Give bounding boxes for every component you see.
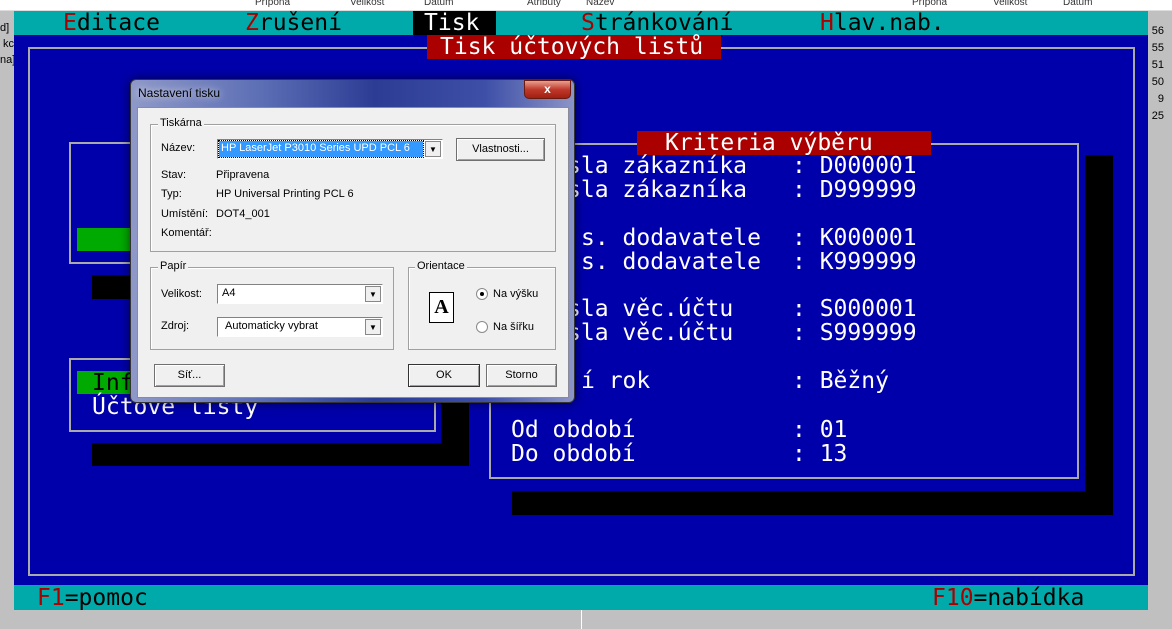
status-value: Připravena bbox=[216, 169, 270, 181]
cancel-button[interactable]: Storno bbox=[486, 364, 557, 387]
help-hint[interactable]: F1=pomoc bbox=[37, 586, 148, 610]
criteria-label: sla zákazníka bbox=[567, 153, 748, 179]
portrait-page-icon: A bbox=[429, 292, 454, 323]
name-label: Název: bbox=[161, 142, 196, 154]
ok-button[interactable]: OK bbox=[408, 364, 480, 387]
edge-text: 56 bbox=[1151, 25, 1164, 37]
portrait-radio[interactable] bbox=[476, 288, 488, 300]
dialog-client: Tiskárna Název: HP LaserJet P3010 Series… bbox=[137, 107, 569, 398]
column-header: Přípona bbox=[912, 0, 948, 8]
printer-group: Tiskárna Název: HP LaserJet P3010 Series… bbox=[150, 117, 556, 252]
edge-text: kc bbox=[3, 38, 14, 50]
edge-text: na] bbox=[0, 54, 14, 66]
criteria-label: Do období bbox=[511, 441, 636, 467]
orientation-group-label: Orientace bbox=[415, 260, 467, 272]
paper-source-value: Automaticky vybrat bbox=[225, 320, 318, 332]
menu-item-editace[interactable]: Editace bbox=[63, 11, 160, 35]
column-header: Atributy bbox=[527, 0, 561, 8]
column-header: Datum bbox=[424, 0, 454, 8]
network-button[interactable]: Síť... bbox=[154, 364, 225, 387]
landscape-label[interactable]: Na šířku bbox=[493, 321, 534, 333]
panel-shadow bbox=[1085, 155, 1113, 515]
orientation-group: Orientace A Na výšku Na šířku bbox=[408, 260, 556, 350]
criteria-label: s. dodavatele bbox=[581, 249, 762, 275]
criteria-value[interactable]: : S999999 bbox=[792, 321, 917, 345]
criteria-label: Od období bbox=[511, 417, 636, 443]
criteria-value[interactable]: : K999999 bbox=[792, 250, 917, 274]
paper-group-label: Papír bbox=[158, 260, 189, 272]
edge-text: 25 bbox=[1151, 110, 1164, 122]
column-header: Přípona bbox=[255, 0, 291, 8]
list-item-info[interactable]: Inf bbox=[92, 371, 134, 395]
chevron-down-icon[interactable]: ▼ bbox=[365, 319, 381, 335]
menu-item-hlavni-nabidka[interactable]: Hlav.nab. bbox=[820, 11, 945, 35]
criteria-label: sla zákazníka bbox=[567, 177, 748, 203]
edge-text: 50 bbox=[1151, 76, 1164, 88]
screen-title: Tisk účtových listů bbox=[427, 35, 721, 59]
paper-size-select[interactable]: A4 ▼ bbox=[217, 284, 383, 304]
criteria-title: Kriteria výběru bbox=[637, 131, 931, 155]
edge-text: 55 bbox=[1151, 42, 1164, 54]
location-value: DOT4_001 bbox=[216, 208, 270, 220]
type-label: Typ: bbox=[161, 188, 182, 200]
close-button[interactable]: x bbox=[524, 80, 571, 99]
size-label: Velikost: bbox=[161, 288, 202, 300]
edge-text: d] bbox=[0, 22, 10, 34]
column-header: Datum bbox=[1063, 0, 1093, 8]
criteria-value[interactable]: : S000001 bbox=[792, 297, 917, 321]
criteria-label: s. dodavatele bbox=[581, 225, 762, 251]
criteria-value[interactable]: : 13 bbox=[792, 442, 847, 466]
chevron-down-icon[interactable]: ▼ bbox=[365, 286, 381, 302]
source-label: Zdroj: bbox=[161, 320, 190, 332]
printer-group-label: Tiskárna bbox=[158, 117, 204, 129]
column-header: Název bbox=[586, 0, 615, 8]
panel-shadow bbox=[92, 443, 469, 466]
menu-item-zruseni[interactable]: Zrušení bbox=[245, 11, 342, 35]
criteria-label: sla věc.účtu bbox=[567, 320, 734, 346]
printer-name-value: HP LaserJet P3010 Series UPD PCL 6 bbox=[218, 140, 424, 158]
criteria-value[interactable]: : 01 bbox=[792, 418, 847, 442]
criteria-label: í rok bbox=[581, 368, 651, 394]
comment-label: Komentář: bbox=[161, 227, 212, 239]
paper-group: Papír Velikost: A4 ▼ Zdroj: Automaticky … bbox=[150, 260, 394, 350]
background-right-edge: 56 55 51 50 9 25 bbox=[1148, 23, 1172, 125]
criteria-value[interactable]: : D999999 bbox=[792, 178, 917, 202]
portrait-label[interactable]: Na výšku bbox=[493, 288, 538, 300]
criteria-label: sla věc.účtu bbox=[567, 296, 734, 322]
menu-item-strankovani[interactable]: Stránkování bbox=[581, 11, 733, 35]
paper-size-value: A4 bbox=[222, 287, 236, 299]
menu-item-tisk[interactable]: Tisk bbox=[413, 11, 496, 35]
landscape-radio[interactable] bbox=[476, 321, 488, 333]
properties-button[interactable]: Vlastnosti... bbox=[456, 138, 545, 161]
column-header: Velikost bbox=[993, 0, 1028, 8]
edge-text: 51 bbox=[1151, 59, 1164, 71]
location-label: Umístění: bbox=[161, 208, 209, 220]
background-left-edge: d] kc na] bbox=[0, 22, 14, 66]
divider bbox=[581, 610, 582, 629]
criteria-value[interactable]: : D000001 bbox=[792, 154, 917, 178]
edge-text: 9 bbox=[1157, 93, 1164, 105]
criteria-value[interactable]: : Běžný bbox=[792, 369, 889, 393]
criteria-value[interactable]: : K000001 bbox=[792, 226, 917, 250]
dialog-title: Nastavení tisku bbox=[138, 86, 221, 100]
printer-name-select[interactable]: HP LaserJet P3010 Series UPD PCL 6 ▼ bbox=[217, 139, 443, 159]
chevron-down-icon[interactable]: ▼ bbox=[425, 141, 441, 157]
column-header: Velikost bbox=[350, 0, 385, 8]
paper-source-select[interactable]: Automaticky vybrat ▼ bbox=[217, 317, 383, 337]
print-setup-dialog: Nastavení tisku x Tiskárna Název: HP Las… bbox=[130, 79, 575, 403]
menu-hint[interactable]: F10=nabídka bbox=[932, 586, 1084, 610]
type-value: HP Universal Printing PCL 6 bbox=[216, 188, 354, 200]
status-label: Stav: bbox=[161, 169, 187, 181]
panel-shadow bbox=[512, 491, 1113, 515]
